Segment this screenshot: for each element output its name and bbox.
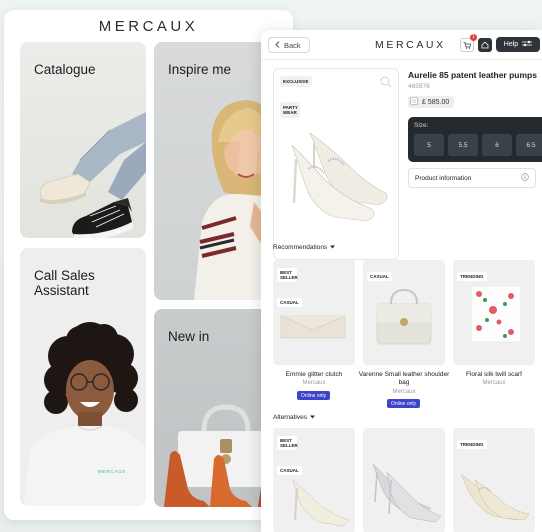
help-label: Help	[503, 41, 519, 48]
product-sku: 465976	[408, 83, 430, 90]
recommendation-brand: Mercaux	[302, 380, 326, 386]
clutch-image	[280, 315, 346, 339]
alt-pump-image	[292, 479, 350, 527]
home-panel: MERCAUX Catalogue Inspire me Call Sales …	[4, 10, 293, 520]
help-button[interactable]: Help	[496, 37, 540, 52]
recommendation-name: Emmie glitter clutch	[285, 371, 343, 378]
sliders-icon	[522, 40, 533, 49]
price-value: £ 585.00	[422, 98, 450, 106]
online-only-badge[interactable]: Online only	[297, 391, 331, 400]
chevron-left-icon	[275, 40, 280, 50]
alternative-card[interactable]: BEST SELLER CASUAL	[273, 428, 355, 532]
alternative-card[interactable]: TRENDING	[453, 428, 535, 532]
alt-glitter-pump-image	[372, 463, 442, 523]
shirt-brand-text: MERCAUX	[98, 469, 126, 474]
pumps-image	[291, 132, 388, 222]
home-button[interactable]	[478, 38, 492, 52]
assistant-photo: MERCAUX	[24, 322, 146, 506]
top-bar: Back MERCAUX 1 Help	[261, 30, 542, 60]
cart-count-badge: 1	[470, 34, 477, 41]
price-tag-icon	[410, 97, 418, 107]
scarf-image	[470, 285, 522, 343]
back-button[interactable]: Back	[268, 37, 310, 53]
recommendations-label: Recommendations	[273, 244, 328, 251]
product-information-label: Product information	[415, 174, 472, 182]
recommendation-name: Varenne Small leather shoulder bag	[358, 371, 450, 386]
online-only-badge[interactable]: Online only	[387, 399, 421, 408]
product-information-row[interactable]: Product information	[408, 168, 536, 188]
recommendation-brand: Mercaux	[392, 389, 416, 395]
size-option[interactable]: 6.5	[516, 134, 542, 156]
alternative-card[interactable]	[363, 428, 445, 532]
alternatives-label: Alternatives	[273, 414, 307, 421]
recommendation-card[interactable]: CASUAL	[363, 260, 445, 365]
product-title: Aurelie 85 patent leather pumps	[408, 70, 537, 80]
recommendation-name: Floral silk twill scarf	[466, 371, 522, 378]
caret-down-icon	[330, 244, 336, 251]
size-selector: Size: 5 5.5 6 6.5	[408, 117, 542, 162]
size-option[interactable]: 6	[482, 134, 512, 156]
home-icon	[481, 36, 489, 54]
tile-call-sales-assistant[interactable]: Call Sales Assistant MERCAUX	[20, 248, 146, 506]
recommendation-card[interactable]: TRENDING	[453, 260, 535, 365]
size-option[interactable]: 5.5	[448, 134, 478, 156]
product-logo: MERCAUX	[375, 39, 446, 51]
price-tag: £ 585.00	[408, 96, 455, 108]
size-label: Size:	[414, 122, 429, 129]
recommendation-brand: Mercaux	[482, 380, 506, 386]
home-logo: MERCAUX	[98, 18, 199, 35]
product-panel: Back MERCAUX 1 Help EXCLUSIVE PARTY WEAR	[261, 30, 542, 532]
size-option[interactable]: 5	[414, 134, 444, 156]
alt-strap-pump-image	[460, 473, 530, 521]
caret-down-icon	[309, 414, 315, 421]
tile-catalogue[interactable]: Catalogue	[20, 42, 146, 238]
product-image[interactable]: EXCLUSIVE PARTY WEAR	[273, 68, 399, 260]
recommendations-toggle[interactable]: Recommendations	[273, 244, 336, 251]
recommendation-card[interactable]: BEST SELLER CASUAL	[273, 260, 355, 365]
shoulder-bag-image	[376, 288, 432, 345]
sneakers-image	[39, 112, 146, 238]
alternatives-toggle[interactable]: Alternatives	[273, 414, 315, 421]
back-label: Back	[284, 40, 301, 50]
info-icon	[521, 173, 529, 183]
